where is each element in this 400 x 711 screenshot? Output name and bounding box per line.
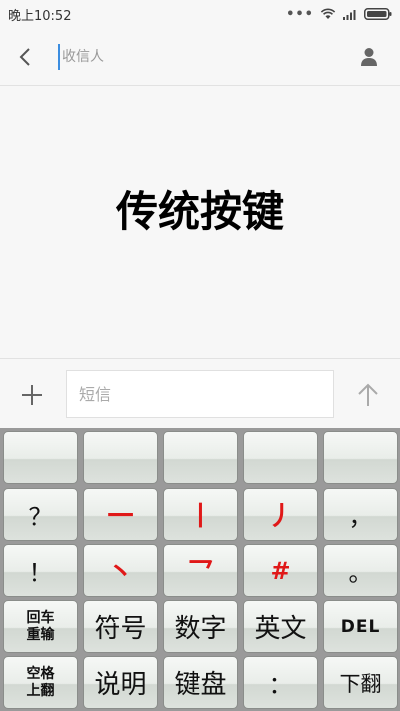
add-contact-button[interactable] xyxy=(354,42,384,72)
status-time: 晚上10:52 xyxy=(8,8,72,24)
key-english[interactable]: 英文 xyxy=(243,600,318,653)
sms-input[interactable] xyxy=(66,370,334,418)
send-button[interactable] xyxy=(350,377,386,413)
key-stroke-horizontal[interactable]: 一 xyxy=(83,488,158,541)
key-label-line2: 上翻 xyxy=(26,682,55,699)
key-blank-3[interactable] xyxy=(163,431,238,484)
key-label-line1: 空格 xyxy=(26,665,55,682)
attach-button[interactable] xyxy=(14,377,50,413)
key-comma[interactable]: ， xyxy=(323,488,398,541)
arrow-up-icon xyxy=(358,383,378,406)
key-label: 键盘 xyxy=(174,670,227,700)
back-arrow-icon xyxy=(19,48,30,66)
key-period[interactable]: 。 xyxy=(323,544,398,597)
key-label: 数字 xyxy=(174,614,227,644)
key-label: ！ xyxy=(28,559,53,587)
signal-icon xyxy=(343,10,356,20)
key-delete[interactable]: DEL xyxy=(323,600,398,653)
key-label-line1: 回车 xyxy=(26,609,55,626)
key-page-down[interactable]: 下翻 xyxy=(323,656,398,709)
compose-bar xyxy=(0,358,400,428)
key-enter-reset[interactable]: 回车 重输 xyxy=(3,600,78,653)
key-blank-1[interactable] xyxy=(3,431,78,484)
wifi-icon xyxy=(320,8,336,19)
key-colon[interactable]: ： xyxy=(243,656,318,709)
key-label: 说明 xyxy=(94,670,147,700)
key-space-page-up[interactable]: 空格 上翻 xyxy=(3,656,78,709)
key-label: ？ xyxy=(28,503,53,531)
key-label: 下翻 xyxy=(339,671,382,696)
status-icons: ••• xyxy=(286,7,392,22)
key-label: 乛 xyxy=(187,558,214,588)
page-title: 传统按键 xyxy=(115,187,284,236)
key-stroke-vertical[interactable]: 丨 xyxy=(163,488,238,541)
key-label: # xyxy=(270,556,291,585)
key-blank-5[interactable] xyxy=(323,431,398,484)
key-label: ： xyxy=(268,671,293,699)
key-stroke-turning[interactable]: 乛 xyxy=(163,544,238,597)
key-question[interactable]: ？ xyxy=(3,488,78,541)
key-stroke-dot[interactable]: 丶 xyxy=(83,544,158,597)
person-icon xyxy=(361,48,377,66)
key-label: ， xyxy=(348,503,373,531)
key-label-line2: 重输 xyxy=(26,626,55,643)
key-help[interactable]: 说明 xyxy=(83,656,158,709)
key-label: DEL xyxy=(340,616,381,637)
key-label: 英文 xyxy=(254,614,307,644)
key-label: 。 xyxy=(348,559,373,587)
battery-icon xyxy=(364,8,392,20)
key-blank-4[interactable] xyxy=(243,431,318,484)
more-notifications-icon: ••• xyxy=(286,6,314,22)
key-exclamation[interactable]: ！ xyxy=(3,544,78,597)
key-label: 丨 xyxy=(187,502,214,532)
keyboard: ？ 一 丨 丿 ， ！ 丶 乛 # 。 回车 重输 符号 数字 英文 DEL 空… xyxy=(0,428,400,711)
key-wildcard[interactable]: # xyxy=(243,544,318,597)
key-keyboard-switch[interactable]: 键盘 xyxy=(163,656,238,709)
recipient-input[interactable] xyxy=(58,44,338,70)
key-label: 丶 xyxy=(107,558,134,588)
status-bar: 晚上10:52 ••• xyxy=(0,0,400,28)
back-button[interactable] xyxy=(10,42,40,72)
top-bar xyxy=(0,28,400,86)
key-stroke-left-falling[interactable]: 丿 xyxy=(243,488,318,541)
key-label: 丿 xyxy=(267,502,294,532)
key-label: 一 xyxy=(107,502,134,532)
key-blank-2[interactable] xyxy=(83,431,158,484)
key-numbers[interactable]: 数字 xyxy=(163,600,238,653)
key-label: 符号 xyxy=(94,614,147,644)
key-symbols[interactable]: 符号 xyxy=(83,600,158,653)
plus-icon xyxy=(22,385,42,405)
